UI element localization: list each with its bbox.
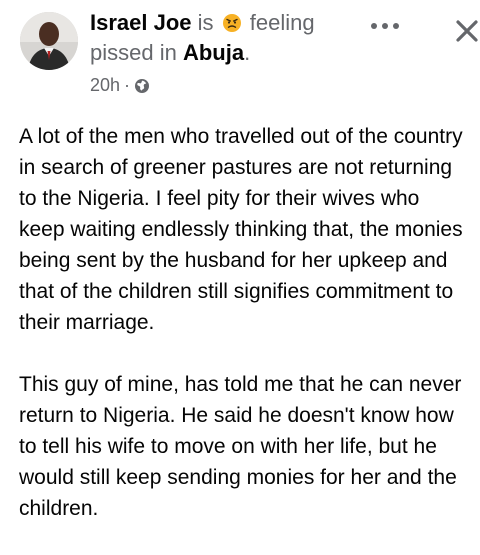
angry-face-emoji-icon	[222, 11, 242, 32]
location-name[interactable]: Abuja	[183, 40, 244, 65]
post-paragraph: A lot of the men who travelled out of th…	[19, 125, 463, 334]
meta-separator: ·	[124, 75, 131, 95]
post-paragraph: This guy of mine, has told me that he ca…	[19, 373, 462, 520]
post-header: Israel Joe is feeling pissed in Abuja. 2…	[18, 8, 478, 100]
close-button[interactable]	[450, 14, 480, 48]
location-prefix: in	[159, 40, 177, 65]
more-options-button[interactable]	[363, 14, 407, 38]
timestamp[interactable]: 20h	[90, 74, 120, 96]
status-prefix: is	[197, 10, 214, 35]
author-name[interactable]: Israel Joe	[90, 10, 192, 35]
more-horizontal-icon	[371, 23, 399, 29]
avatar-image	[20, 12, 78, 70]
close-icon	[456, 20, 478, 42]
globe-icon	[134, 77, 150, 93]
post-body: A lot of the men who travelled out of th…	[19, 121, 469, 555]
post-card: Israel Joe is feeling pissed in Abuja. 2…	[0, 0, 480, 553]
post-meta: 20h ·	[90, 74, 150, 96]
post-header-text: Israel Joe is feeling pissed in Abuja.	[90, 8, 380, 68]
avatar[interactable]	[20, 12, 78, 70]
location-suffix: .	[244, 40, 251, 65]
